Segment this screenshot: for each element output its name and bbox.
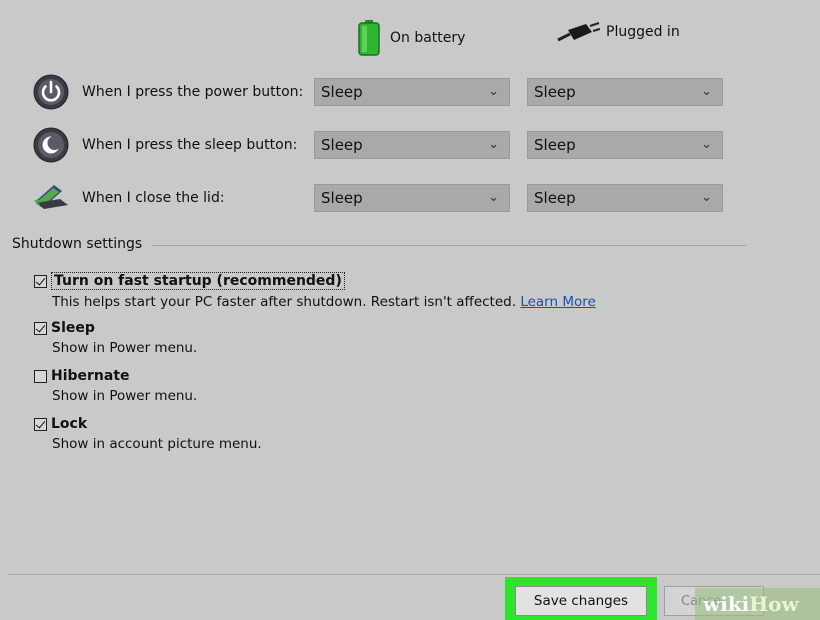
lock-description: Show in account picture menu. xyxy=(52,436,262,452)
select-value: Sleep xyxy=(534,83,576,101)
sleep-button-battery-select[interactable]: Sleep ⌄ xyxy=(314,131,510,159)
fast-startup-checkbox[interactable] xyxy=(34,274,47,288)
laptop-lid-icon xyxy=(34,185,68,209)
close-lid-label: When I close the lid: xyxy=(82,190,225,206)
on-battery-label: On battery xyxy=(390,30,466,46)
select-value: Sleep xyxy=(321,136,363,154)
watermark-part-2: How xyxy=(749,592,799,616)
power-button-row: When I press the power button: xyxy=(32,74,316,110)
power-button-label: When I press the power button: xyxy=(82,84,304,100)
power-button-plugged-select[interactable]: Sleep ⌄ xyxy=(527,78,723,106)
chevron-down-icon: ⌄ xyxy=(701,137,712,152)
sleep-button-plugged-select[interactable]: Sleep ⌄ xyxy=(527,131,723,159)
select-value: Sleep xyxy=(534,136,576,154)
shutdown-settings-heading: Shutdown settings xyxy=(12,236,747,252)
power-plug-icon xyxy=(557,22,600,42)
lock-option: Lock Show in account picture menu. xyxy=(34,416,262,452)
wikihow-watermark: wiki How xyxy=(695,588,820,620)
fast-startup-label[interactable]: Turn on fast startup (recommended) xyxy=(51,272,345,290)
power-options-page: On battery Plugged in When I press the p… xyxy=(0,0,820,620)
chevron-down-icon: ⌄ xyxy=(488,84,499,99)
plugged-in-header: Plugged in xyxy=(556,20,680,44)
chevron-down-icon: ⌄ xyxy=(488,137,499,152)
select-value: Sleep xyxy=(534,189,576,207)
power-button-icon xyxy=(33,74,69,110)
sleep-label[interactable]: Sleep xyxy=(51,320,95,336)
section-divider xyxy=(152,244,747,246)
lock-label[interactable]: Lock xyxy=(51,416,87,432)
power-button-battery-select[interactable]: Sleep ⌄ xyxy=(314,78,510,106)
battery-icon xyxy=(358,20,380,56)
close-lid-battery-select[interactable]: Sleep ⌄ xyxy=(314,184,510,212)
sleep-button-icon xyxy=(33,127,69,163)
watermark-part-1: wiki xyxy=(703,592,750,616)
sleep-description: Show in Power menu. xyxy=(52,340,198,356)
hibernate-label[interactable]: Hibernate xyxy=(51,368,130,384)
hibernate-option: Hibernate Show in Power menu. xyxy=(34,368,197,404)
lock-checkbox[interactable] xyxy=(34,417,47,431)
sleep-checkbox[interactable] xyxy=(34,321,47,335)
fast-startup-description: This helps start your PC faster after sh… xyxy=(52,294,517,310)
sleep-button-label: When I press the sleep button: xyxy=(82,137,298,153)
sleep-option: Sleep Show in Power menu. xyxy=(34,320,197,356)
hibernate-checkbox[interactable] xyxy=(34,369,47,383)
chevron-down-icon: ⌄ xyxy=(701,190,712,205)
select-value: Sleep xyxy=(321,83,363,101)
save-changes-button[interactable]: Save changes xyxy=(515,586,647,616)
section-title-text: Shutdown settings xyxy=(12,236,143,252)
plugged-in-label: Plugged in xyxy=(606,24,680,40)
fast-startup-option: Turn on fast startup (recommended) This … xyxy=(34,272,596,310)
learn-more-link[interactable]: Learn More xyxy=(520,294,596,310)
on-battery-header: On battery xyxy=(358,20,465,56)
hibernate-description: Show in Power menu. xyxy=(52,388,198,404)
chevron-down-icon: ⌄ xyxy=(701,84,712,99)
select-value: Sleep xyxy=(321,189,363,207)
chevron-down-icon: ⌄ xyxy=(488,190,499,205)
footer-divider xyxy=(8,574,820,575)
sleep-button-row: When I press the sleep button: xyxy=(32,127,316,163)
close-lid-plugged-select[interactable]: Sleep ⌄ xyxy=(527,184,723,212)
close-lid-row: When I close the lid: xyxy=(32,181,316,215)
